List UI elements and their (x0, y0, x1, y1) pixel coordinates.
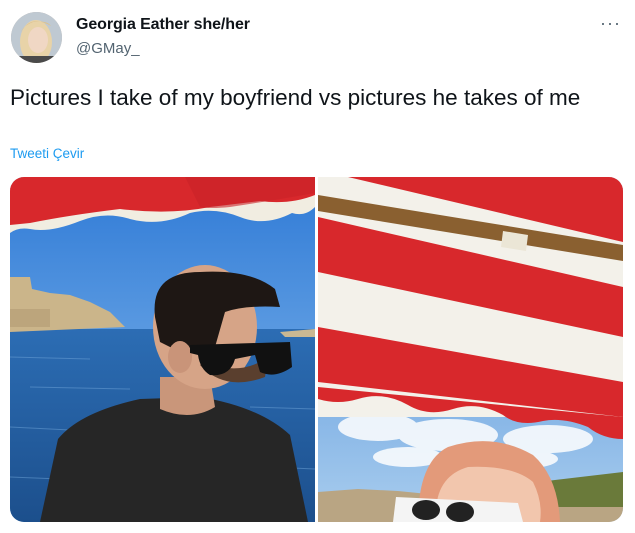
photo-girlfriend[interactable] (318, 177, 623, 522)
more-options-icon[interactable]: ··· (600, 14, 621, 32)
author-display-name[interactable]: Georgia Eather she/her (76, 16, 250, 34)
photo-boyfriend[interactable] (10, 177, 315, 522)
media-grid (10, 177, 623, 522)
author-handle[interactable]: @GMay_ (76, 40, 140, 57)
avatar[interactable] (11, 12, 62, 63)
translate-tweet-link[interactable]: Tweeti Çevir (10, 146, 84, 161)
tweet-text: Pictures I take of my boyfriend vs pictu… (10, 85, 581, 110)
